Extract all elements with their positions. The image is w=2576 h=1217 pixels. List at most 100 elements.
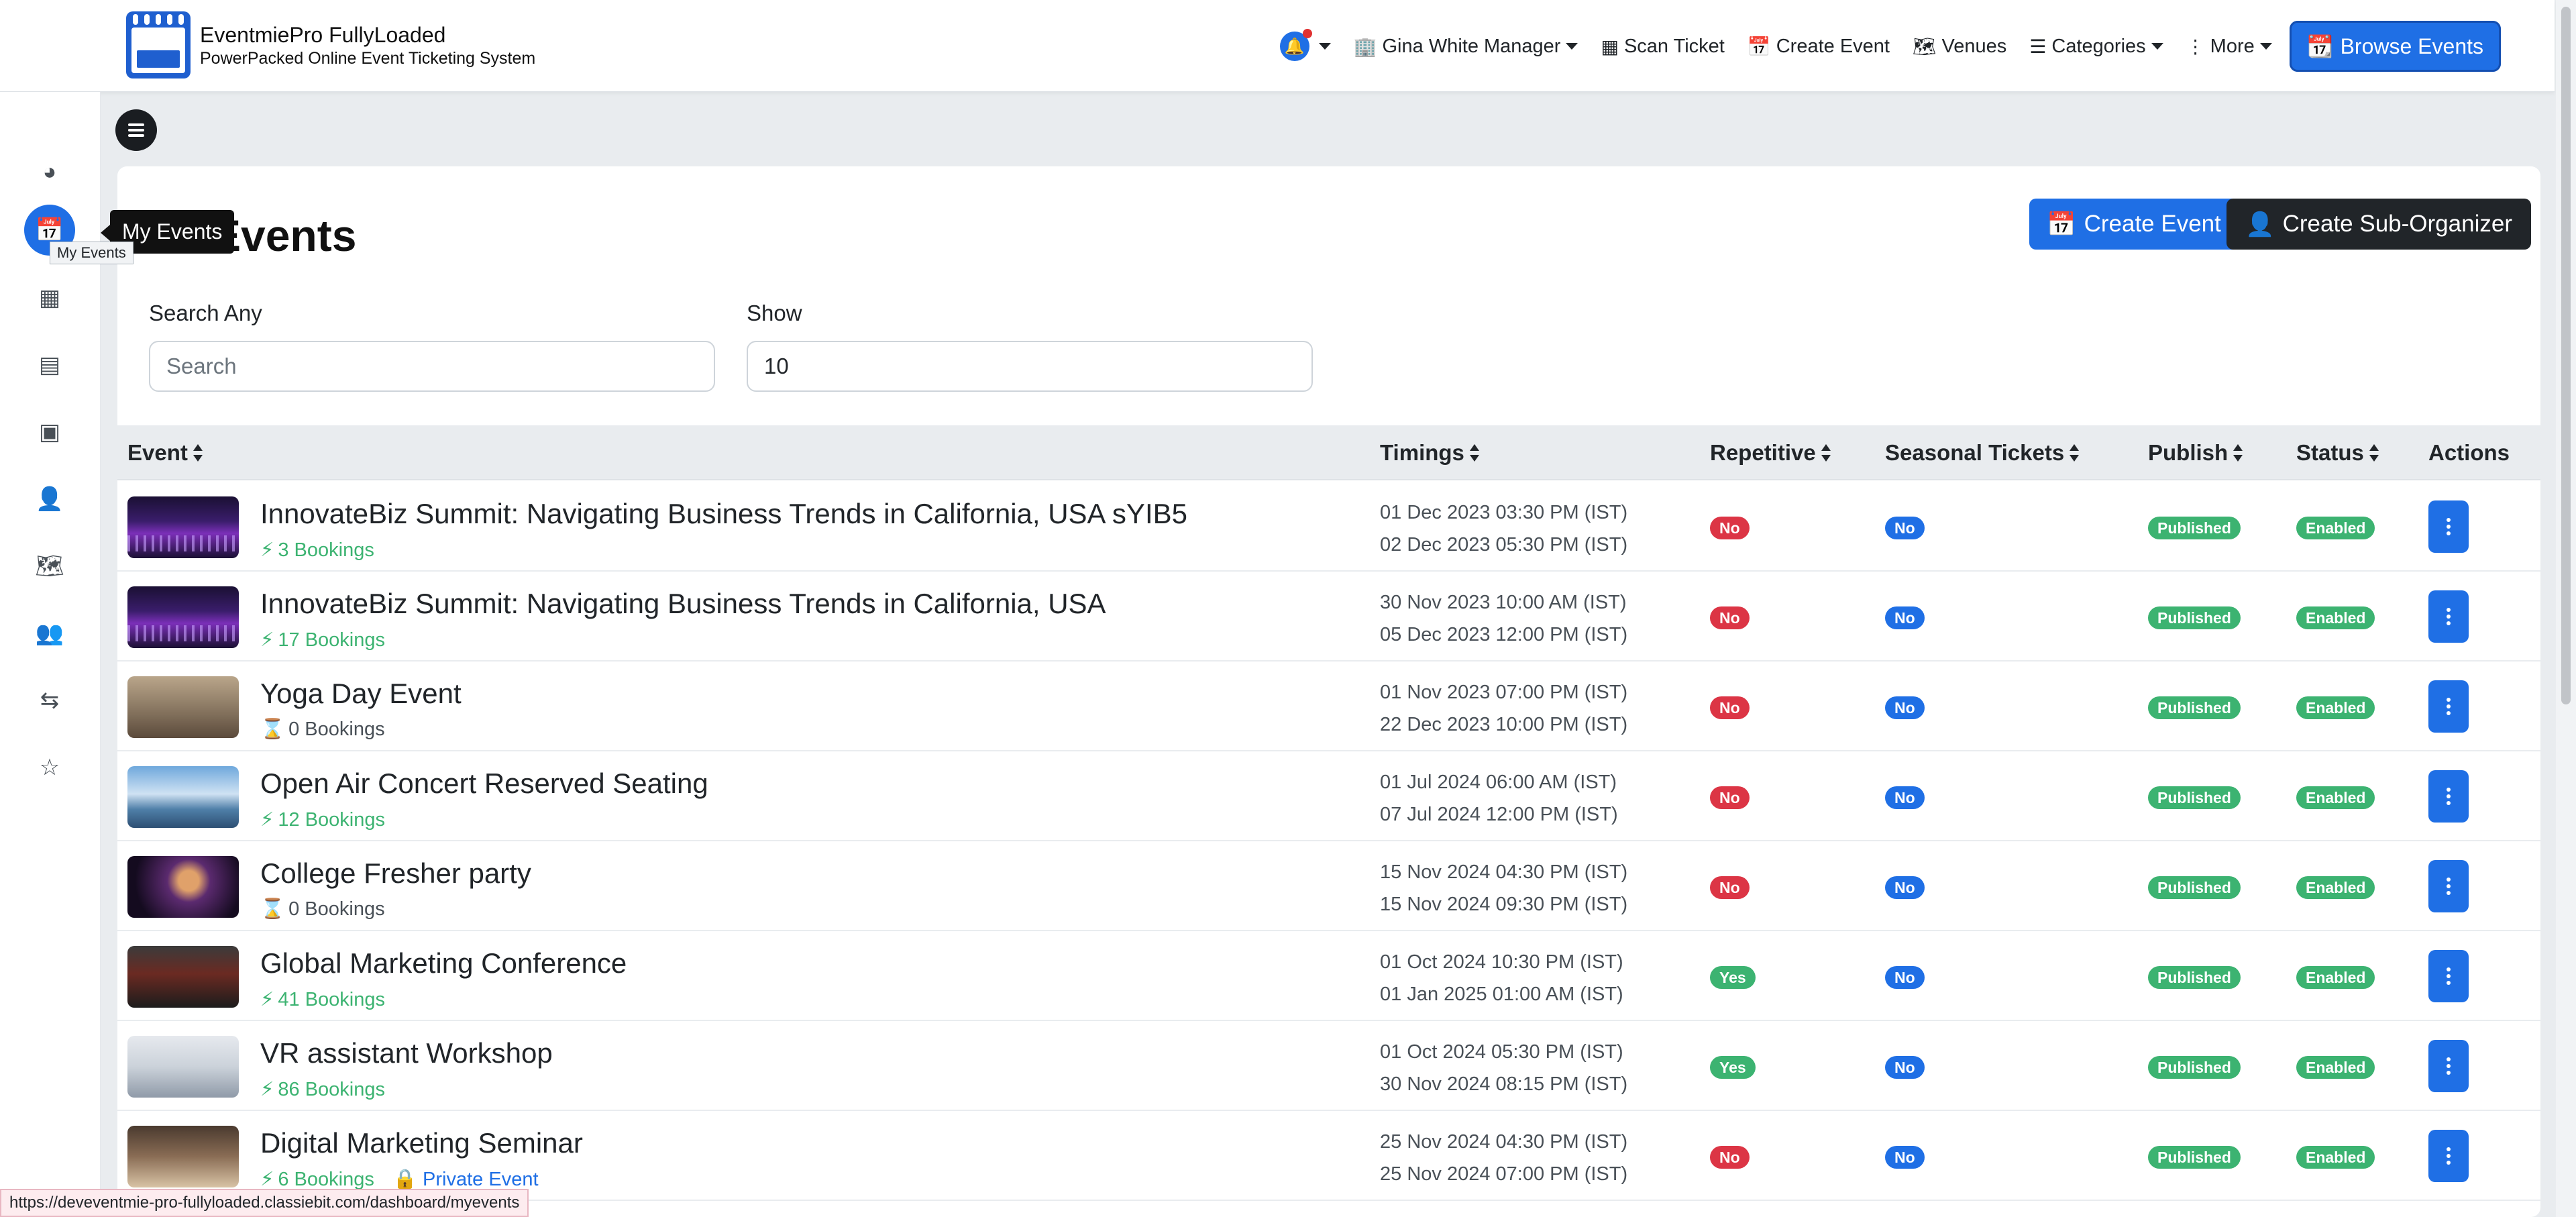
event-thumbnail[interactable] [127,766,239,828]
bookings-count[interactable]: ⚡ 41 Bookings [260,988,385,1011]
event-title-link[interactable]: College Fresher party [260,857,531,890]
private-event-label: 🔒 Private Event [392,1168,539,1190]
seasonal-badge: No [1885,606,1925,629]
col-status[interactable]: Status [2296,425,2379,480]
wallet-icon[interactable]: ▣ [29,411,70,453]
show-count-input[interactable]: 10 [747,341,1313,392]
event-start-time: 01 Jul 2024 06:00 AM (IST) [1380,772,1617,793]
lock-icon: 🔒 [392,1168,417,1190]
bookings-count[interactable]: ⚡ 6 Bookings [260,1167,374,1191]
event-title-link[interactable]: VR assistant Workshop [260,1037,553,1069]
bookings-count[interactable]: ⚡ 86 Bookings [260,1077,385,1101]
qrcode-icon[interactable]: ▦ [29,277,70,319]
row-actions-button[interactable] [2428,770,2469,823]
table-row: Yoga Day Event ⌛ 0 Bookings 01 Nov 2023 0… [117,662,2540,751]
seasonal-badge: No [1885,1146,1925,1169]
col-seasonal[interactable]: Seasonal Tickets [1885,425,2080,480]
repetitive-badge: No [1710,517,1750,539]
brand[interactable]: EventmiePro FullyLoaded PowerPacked Onli… [126,11,535,78]
map-icon: 🗺 [1912,36,1937,57]
main-card: Events 📅 Create Event 👤 Create Sub-Organ… [117,166,2540,1217]
publish-badge: Published [2148,786,2241,809]
col-repetitive[interactable]: Repetitive [1710,425,1831,480]
create-sub-organizer-label: Create Sub-Organizer [2282,211,2512,237]
calendar-icon: 📆 [2306,34,2334,58]
status-badge: Enabled [2296,1056,2375,1079]
bookings-count[interactable]: ⌛ 0 Bookings [260,718,385,741]
event-thumbnail[interactable] [127,1126,239,1187]
row-actions-button[interactable] [2428,950,2469,1002]
row-actions-button[interactable] [2428,680,2469,733]
status-badge: Enabled [2296,696,2375,719]
scrollbar[interactable] [2556,0,2576,1217]
col-event[interactable]: Event [127,425,203,480]
ticket-icon[interactable]: ▤ [29,344,70,386]
bookings-count[interactable]: ⚡ 17 Bookings [260,628,385,651]
event-thumbnail[interactable] [127,1036,239,1098]
col-timings[interactable]: Timings [1380,425,1479,480]
dashboard-icon[interactable]: ◕ [29,151,70,193]
scan-ticket-link[interactable]: ▦ Scan Ticket [1601,36,1724,58]
people-arrows-icon[interactable]: ⇆ [29,680,70,721]
more-dropdown[interactable]: ⋮ More [2186,36,2272,58]
event-title-link[interactable]: Yoga Day Event [260,678,462,710]
event-meta: ⚡ 41 Bookings [260,988,385,1011]
create-sub-organizer-button[interactable]: 👤 Create Sub-Organizer [2226,199,2531,250]
row-actions-button[interactable] [2428,500,2469,553]
event-end-time: 07 Jul 2024 12:00 PM (IST) [1380,804,1618,825]
event-thumbnail[interactable] [127,586,239,648]
event-end-time: 30 Nov 2024 08:15 PM (IST) [1380,1073,1628,1095]
event-thumbnail[interactable] [127,496,239,558]
publish-badge: Published [2148,876,2241,899]
create-event-button[interactable]: 📅 Create Event [2029,199,2239,250]
status-badge: Enabled [2296,517,2375,539]
bolt-icon: ⚡ [260,809,274,831]
publish-badge: Published [2148,606,2241,629]
star-icon[interactable]: ☆ [29,747,70,788]
event-title-link[interactable]: InnovateBiz Summit: Navigating Business … [260,498,1187,530]
repetitive-badge: No [1710,696,1750,719]
event-start-time: 01 Oct 2024 05:30 PM (IST) [1380,1041,1623,1063]
top-navbar: EventmiePro FullyLoaded PowerPacked Onli… [0,0,2555,92]
event-thumbnail[interactable] [127,946,239,1008]
browse-events-button[interactable]: 📆 Browse Events [2289,21,2501,72]
bolt-icon: ⚡ [260,989,274,1010]
venues-link[interactable]: 🗺 Venues [1913,36,2006,58]
user-menu[interactable]: 🏢 Gina White Manager [1354,36,1578,58]
sort-icon [2070,444,2080,462]
hourglass-icon: ⌛ [260,719,285,740]
bookings-count[interactable]: ⌛ 0 Bookings [260,898,385,920]
status-url-bar: https://deveventmie-pro-fullyloaded.clas… [0,1189,529,1217]
bookings-count[interactable]: ⚡ 3 Bookings [260,538,374,562]
sort-icon [2233,444,2243,462]
venues-label: Venues [1941,35,2007,57]
categories-dropdown[interactable]: ☰ Categories [2029,36,2163,58]
event-meta: ⚡ 12 Bookings [260,808,385,831]
event-thumbnail[interactable] [127,676,239,738]
seasonal-badge: No [1885,696,1925,719]
row-actions-button[interactable] [2428,1040,2469,1092]
event-title-link[interactable]: Digital Marketing Seminar [260,1127,583,1159]
users-icon[interactable]: 👥 [29,613,70,654]
bookings-count[interactable]: ⚡ 12 Bookings [260,808,385,831]
status-badge: Enabled [2296,786,2375,809]
search-input[interactable]: Search [149,341,715,392]
row-actions-button[interactable] [2428,860,2469,912]
event-start-time: 15 Nov 2024 04:30 PM (IST) [1380,861,1628,883]
create-event-link[interactable]: 📅 Create Event [1748,36,1890,58]
event-title-link[interactable]: Global Marketing Conference [260,947,627,980]
event-end-time: 01 Jan 2025 01:00 AM (IST) [1380,984,1623,1005]
sidebar-toggle-button[interactable] [115,109,157,151]
notifications-dropdown[interactable]: 🔔 [1279,29,1331,61]
repetitive-badge: Yes [1710,966,1756,989]
event-thumbnail[interactable] [127,856,239,918]
event-title-link[interactable]: Open Air Concert Reserved Seating [260,768,708,800]
event-meta: ⌛ 0 Bookings [260,898,385,920]
row-actions-button[interactable] [2428,1130,2469,1182]
event-title-link[interactable]: InnovateBiz Summit: Navigating Business … [260,588,1106,620]
row-actions-button[interactable] [2428,590,2469,643]
col-publish[interactable]: Publish [2148,425,2243,480]
brand-title: EventmiePro FullyLoaded [200,23,446,47]
map-icon[interactable]: 🗺 [29,545,70,587]
user-gear-icon[interactable]: 👤 [29,478,70,520]
